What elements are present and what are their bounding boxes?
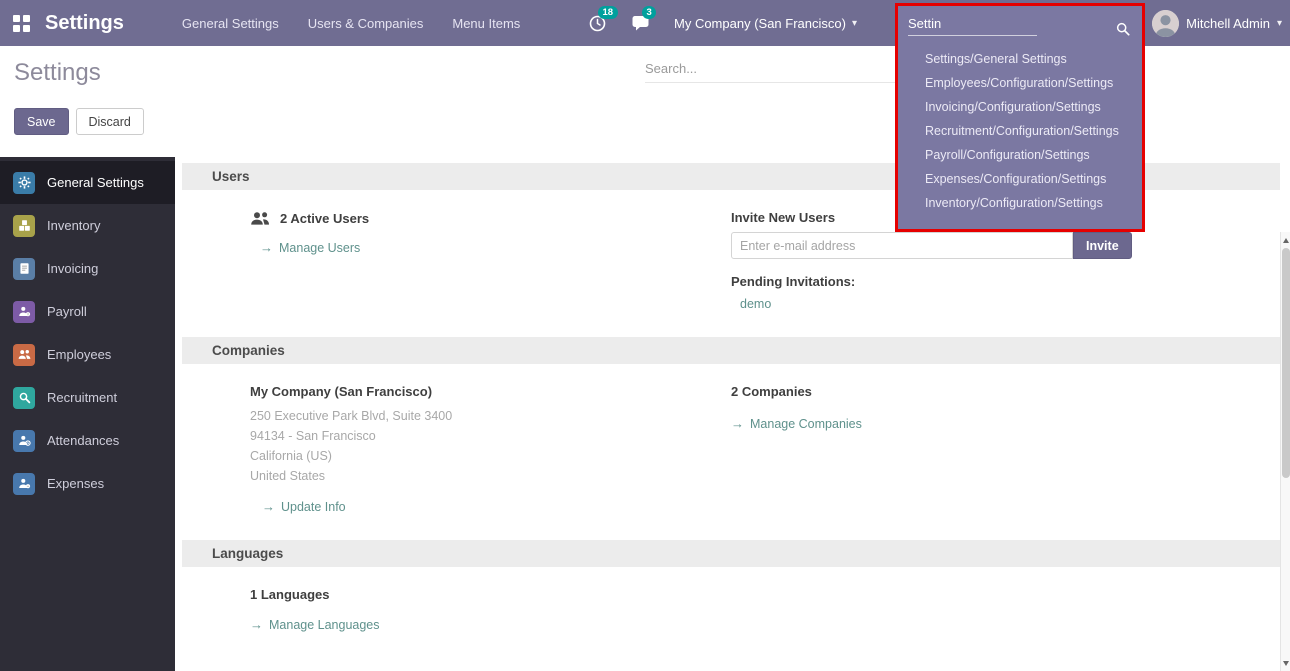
sidebar-item-label: Expenses	[47, 476, 104, 491]
vertical-scrollbar[interactable]	[1280, 232, 1290, 671]
messages-badge: 3	[642, 6, 656, 19]
pending-invitations-label: Pending Invitations:	[731, 274, 1280, 289]
update-info-link[interactable]: → Update Info	[262, 499, 346, 514]
settings-content: Users 2 Active Users → Manage Users Invi	[175, 157, 1280, 671]
search-result-item[interactable]: Expenses/Configuration/Settings	[898, 167, 1142, 191]
company-address-line: 94134 - San Francisco	[250, 426, 731, 446]
control-panel-buttons: Save Discard	[14, 108, 144, 135]
triangle-down-icon	[1283, 661, 1289, 666]
invoice-icon	[13, 258, 35, 280]
gear-icon	[13, 172, 35, 194]
navbar-menu-item-menu-items[interactable]: Menu Items	[452, 16, 520, 31]
section-languages-header: Languages	[182, 540, 1280, 567]
arrow-right-icon: →	[260, 240, 273, 255]
page-title: Settings	[14, 59, 101, 87]
navbar-right-icons: 18 3 My Company (San Francisco) ▾	[586, 0, 857, 46]
arrow-right-icon: →	[731, 416, 744, 431]
payroll-icon	[13, 301, 35, 323]
sidebar-item-recruitment[interactable]: Recruitment	[0, 376, 175, 419]
section-companies-body: My Company (San Francisco) 250 Executive…	[182, 364, 1280, 540]
avatar	[1152, 10, 1179, 37]
navbar-menu-item-general-settings[interactable]: General Settings	[182, 16, 279, 31]
sidebar-item-general-settings[interactable]: General Settings	[0, 161, 175, 204]
sidebar-item-expenses[interactable]: Expenses	[0, 462, 175, 505]
navbar-search-dropdown: Settings/General Settings Employees/Conf…	[895, 3, 1145, 232]
sidebar-item-inventory[interactable]: Inventory	[0, 204, 175, 247]
scroll-up-button[interactable]	[1282, 235, 1290, 245]
navbar-search-results: Settings/General Settings Employees/Conf…	[898, 42, 1142, 219]
app-brand[interactable]: Settings	[45, 12, 124, 35]
manage-languages-link[interactable]: → Manage Languages	[250, 617, 380, 632]
active-users-count: 2 Active Users	[280, 211, 369, 226]
manage-companies-link[interactable]: → Manage Companies	[731, 416, 862, 431]
expenses-icon	[13, 473, 35, 495]
discard-button[interactable]: Discard	[76, 108, 144, 135]
boxes-icon	[13, 215, 35, 237]
sidebar-item-attendances[interactable]: Attendances	[0, 419, 175, 462]
navbar-menu-item-users-companies[interactable]: Users & Companies	[308, 16, 424, 31]
search-result-item[interactable]: Invoicing/Configuration/Settings	[898, 95, 1142, 119]
company-address-line: 250 Executive Park Blvd, Suite 3400	[250, 406, 731, 426]
triangle-up-icon	[1283, 238, 1289, 243]
navbar-search-input[interactable]	[908, 14, 1037, 36]
company-address-line: California (US)	[250, 446, 731, 466]
sidebar-item-label: Employees	[47, 347, 111, 362]
sidebar-item-label: Inventory	[47, 218, 100, 233]
activities-badge: 18	[598, 6, 618, 19]
company-address: 250 Executive Park Blvd, Suite 3400 9413…	[250, 406, 731, 486]
sidebar-item-label: Recruitment	[47, 390, 117, 405]
languages-count: 1 Languages	[250, 587, 731, 602]
activities-icon[interactable]: 18	[586, 12, 608, 34]
recruitment-icon	[13, 387, 35, 409]
avatar-placeholder-icon	[1152, 10, 1179, 37]
company-name: My Company (San Francisco)	[250, 384, 731, 399]
sidebar-item-invoicing[interactable]: Invoicing	[0, 247, 175, 290]
search-result-item[interactable]: Employees/Configuration/Settings	[898, 71, 1142, 95]
invite-email-input[interactable]	[731, 232, 1073, 259]
messages-icon[interactable]: 3	[630, 12, 652, 34]
search-result-item[interactable]: Payroll/Configuration/Settings	[898, 143, 1142, 167]
records-search-input[interactable]	[645, 61, 935, 76]
sidebar-item-employees[interactable]: Employees	[0, 333, 175, 376]
attendance-icon	[13, 430, 35, 452]
scroll-thumb[interactable]	[1282, 248, 1290, 478]
user-menu[interactable]: Mitchell Admin ▾	[1152, 0, 1282, 46]
search-result-item[interactable]: Recruitment/Configuration/Settings	[898, 119, 1142, 143]
chevron-down-icon: ▾	[1277, 18, 1282, 29]
chevron-down-icon: ▾	[852, 18, 857, 29]
navbar-search-row	[898, 6, 1142, 42]
user-name: Mitchell Admin	[1186, 16, 1270, 31]
sidebar-item-payroll[interactable]: Payroll	[0, 290, 175, 333]
sidebar-item-label: General Settings	[47, 175, 144, 190]
search-icon[interactable]	[1116, 22, 1130, 36]
companies-count: 2 Companies	[731, 384, 1280, 399]
apps-menu-icon[interactable]	[13, 15, 30, 32]
section-languages-body: 1 Languages → Manage Languages	[182, 567, 1280, 658]
employees-icon	[13, 344, 35, 366]
arrow-right-icon: →	[262, 499, 275, 514]
invite-button[interactable]: Invite	[1073, 232, 1132, 259]
users-group-icon	[250, 210, 270, 226]
manage-users-link[interactable]: → Manage Users	[260, 240, 360, 255]
pending-invitation-demo-link[interactable]: demo	[740, 297, 771, 311]
search-result-item[interactable]: Settings/General Settings	[898, 47, 1142, 71]
sidebar-item-label: Invoicing	[47, 261, 98, 276]
section-companies-header: Companies	[182, 337, 1280, 364]
sidebar-item-label: Attendances	[47, 433, 119, 448]
sidebar-item-label: Payroll	[47, 304, 87, 319]
records-search	[645, 61, 935, 83]
settings-sidebar: General Settings Inventory Invoicing	[0, 157, 175, 671]
company-address-line: United States	[250, 466, 731, 486]
save-button[interactable]: Save	[14, 108, 69, 135]
company-switcher-menu[interactable]: My Company (San Francisco) ▾	[674, 16, 857, 31]
company-switcher-label: My Company (San Francisco)	[674, 16, 846, 31]
arrow-right-icon: →	[250, 617, 263, 632]
navbar-menu: General Settings Users & Companies Menu …	[182, 16, 520, 31]
scroll-down-button[interactable]	[1282, 658, 1290, 668]
search-result-item[interactable]: Inventory/Configuration/Settings	[898, 191, 1142, 215]
